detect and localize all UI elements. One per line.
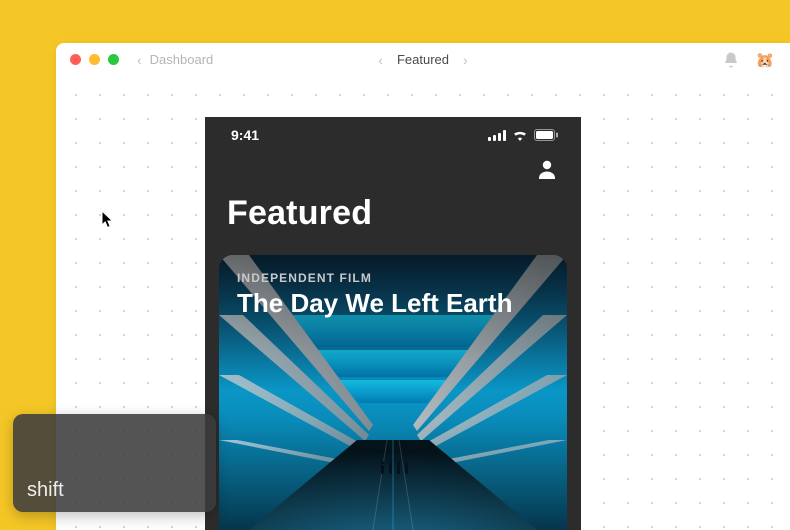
battery-icon xyxy=(534,129,559,141)
page-title-nav: ‹ Featured › xyxy=(378,52,467,67)
close-window-button[interactable] xyxy=(70,54,81,65)
card-title: The Day We Left Earth xyxy=(237,289,549,319)
minimize-window-button[interactable] xyxy=(89,54,100,65)
phone-artboard[interactable]: 9:41 Featured xyxy=(205,117,581,530)
page-title: Featured xyxy=(397,52,449,67)
featured-card[interactable]: INDEPENDENT FILM The Day We Left Earth xyxy=(219,255,567,530)
wifi-icon xyxy=(512,129,528,141)
status-time: 9:41 xyxy=(231,127,259,143)
phone-heading: Featured xyxy=(227,194,559,233)
avatar-emoji: 🐹 xyxy=(756,51,775,69)
cellular-signal-icon xyxy=(488,130,506,141)
card-eyebrow: INDEPENDENT FILM xyxy=(237,271,549,285)
profile-icon[interactable] xyxy=(535,157,559,186)
phone-header: Featured xyxy=(205,153,581,249)
key-indicator: shift xyxy=(13,414,216,512)
breadcrumb-label: Dashboard xyxy=(150,52,214,67)
breadcrumb[interactable]: ‹ Dashboard xyxy=(137,52,213,67)
prev-page-button[interactable]: ‹ xyxy=(378,53,383,67)
zoom-window-button[interactable] xyxy=(108,54,119,65)
window-titlebar: ‹ Dashboard ‹ Featured › 🐹 xyxy=(56,43,790,77)
traffic-lights xyxy=(70,54,119,65)
chevron-left-icon: ‹ xyxy=(137,53,142,67)
notifications-icon[interactable] xyxy=(722,51,740,69)
avatar[interactable]: 🐹 xyxy=(754,49,776,71)
next-page-button[interactable]: › xyxy=(463,53,468,67)
phone-status-bar: 9:41 xyxy=(205,117,581,153)
key-indicator-label: shift xyxy=(27,479,64,502)
